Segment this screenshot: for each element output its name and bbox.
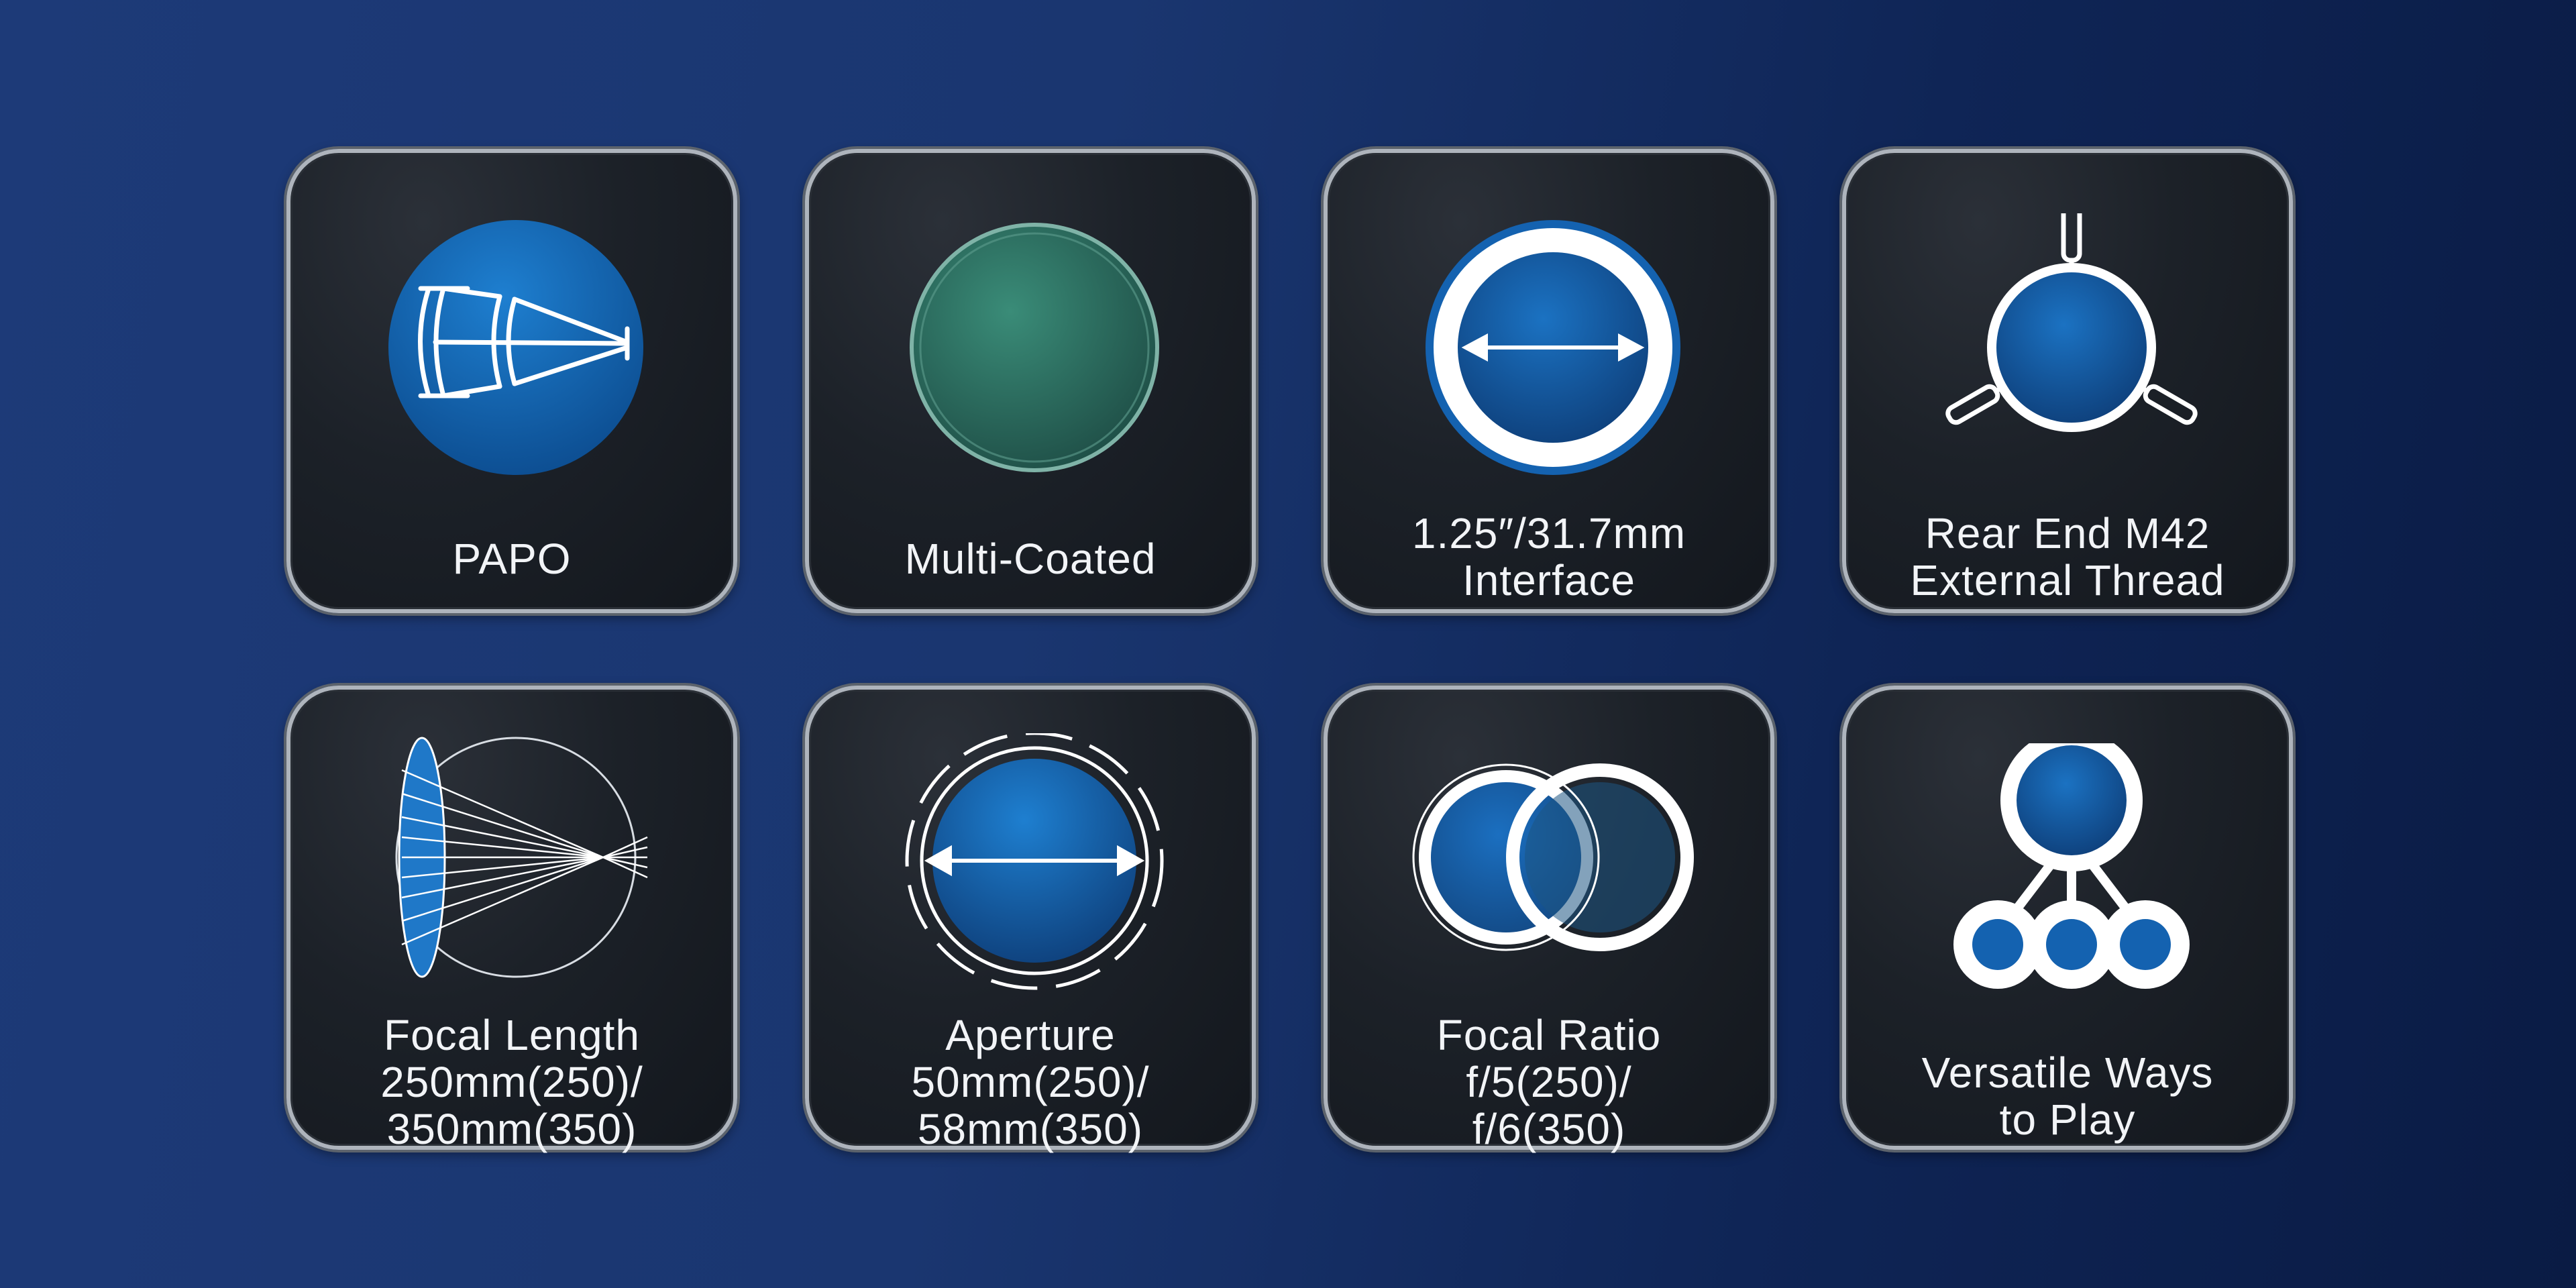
versatile-ways-icon <box>1953 743 2190 989</box>
label-line: Rear End M42 <box>1925 509 2210 557</box>
feature-label: Rear End M42 External Thread <box>1860 510 2275 604</box>
feature-label: Focal Ratio f/5(250)/ f/6(350) <box>1341 1012 1757 1152</box>
label-line: Focal Length <box>383 1011 641 1059</box>
coated-lens-icon <box>910 223 1159 472</box>
label-line: 350mm(350) <box>386 1105 637 1153</box>
feature-label: Focal Length 250mm(250)/ 350mm(350) <box>304 1012 720 1152</box>
label-line: PAPO <box>452 535 572 583</box>
feature-card-interface: 1.25″/31.7mm Interface <box>1324 149 1774 613</box>
feature-card-multi-coated: Multi-Coated <box>805 149 1256 613</box>
label-line: Interface <box>1462 556 1636 604</box>
feature-label: Multi-Coated <box>822 535 1238 582</box>
label-line: External Thread <box>1910 556 2225 604</box>
label-line: to Play <box>1999 1095 2136 1144</box>
feature-label: Versatile Ways to Play <box>1860 1049 2275 1143</box>
label-line: 250mm(250)/ <box>380 1058 643 1106</box>
feature-card-m42-thread: Rear End M42 External Thread <box>1842 149 2293 613</box>
m42-thread-icon <box>1945 213 2198 432</box>
feature-card-aperture: Aperture 50mm(250)/ 58mm(350) <box>805 686 1256 1152</box>
feature-card-versatile-ways: Versatile Ways to Play <box>1842 686 2293 1150</box>
interface-ring-icon <box>1426 220 1680 475</box>
label-line: 50mm(250)/ <box>911 1058 1150 1106</box>
feature-label: Aperture 50mm(250)/ 58mm(350) <box>822 1012 1238 1152</box>
feature-card-papo: PAPO <box>286 149 737 613</box>
label-line: f/5(250)/ <box>1466 1058 1632 1106</box>
feature-label: 1.25″/31.7mm Interface <box>1341 510 1757 604</box>
focal-length-icon <box>395 737 648 978</box>
label-line: f/6(350) <box>1472 1105 1626 1153</box>
feature-card-focal-ratio: Focal Ratio f/5(250)/ f/6(350) <box>1324 686 1774 1152</box>
aperture-icon <box>905 733 1164 990</box>
feature-grid: PAPO Multi-Coated 1.25″/31.7mm Interface… <box>0 0 2576 1288</box>
focal-ratio-icon <box>1412 763 1694 951</box>
label-line: Multi-Coated <box>904 535 1157 583</box>
lens-cross-section-icon <box>388 220 643 475</box>
label-line: Versatile Ways <box>1921 1049 2214 1097</box>
feature-label: PAPO <box>304 535 720 582</box>
feature-card-focal-length: Focal Length 250mm(250)/ 350mm(350) <box>286 686 737 1152</box>
label-line: Focal Ratio <box>1436 1011 1662 1059</box>
label-line: 1.25″/31.7mm <box>1411 509 1686 557</box>
label-line: 58mm(350) <box>917 1105 1144 1153</box>
label-line: Aperture <box>945 1011 1116 1059</box>
